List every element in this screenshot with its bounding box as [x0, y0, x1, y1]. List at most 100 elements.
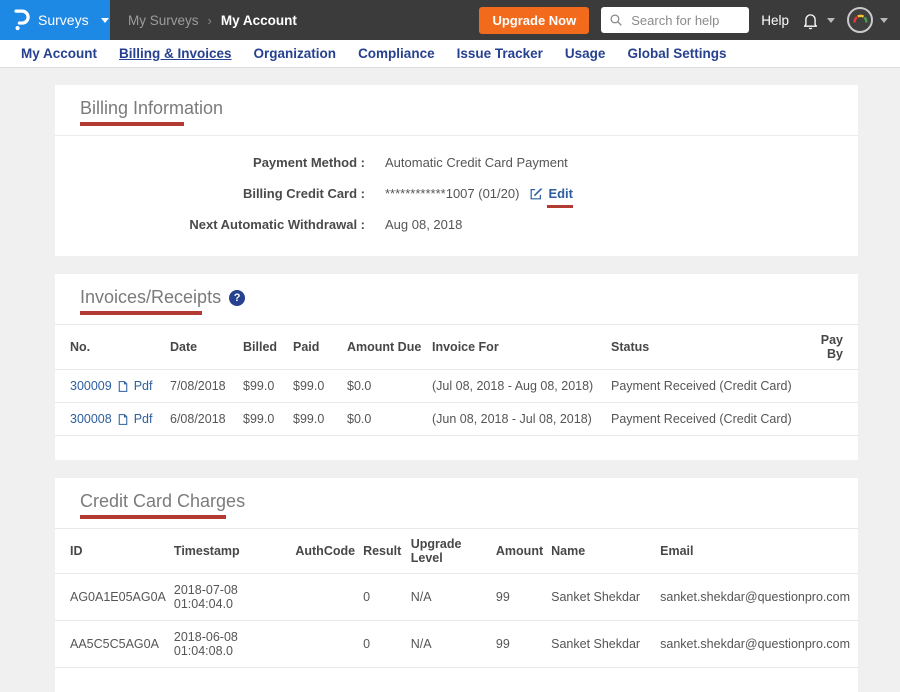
charge-name: Sanket Shekdar: [551, 574, 660, 621]
upgrade-now-button[interactable]: Upgrade Now: [479, 7, 589, 34]
credit-card-charges-panel: Credit Card Charges ID Timestamp AuthCod…: [55, 478, 858, 692]
charge-result: 0: [363, 621, 411, 668]
column-header: Billed: [243, 325, 293, 370]
invoice-amount-due: $0.0: [347, 403, 432, 436]
credit-card-charges-title: Credit Card Charges: [80, 491, 245, 512]
tab-global-settings[interactable]: Global Settings: [616, 46, 737, 61]
charge-email: sanket.shekdar@questionpro.com: [660, 574, 858, 621]
charge-upgrade-level: N/A: [411, 621, 496, 668]
invoices-receipts-title: Invoices/Receipts: [80, 287, 221, 308]
help-search[interactable]: [601, 7, 749, 33]
charge-email: sanket.shekdar@questionpro.com: [660, 621, 858, 668]
invoice-pdf-link[interactable]: Pdf: [134, 412, 153, 426]
billing-information-title: Billing Information: [80, 98, 223, 119]
payment-method-row: Payment Method : Automatic Credit Card P…: [55, 147, 858, 178]
table-header-row: ID Timestamp AuthCode Result Upgrade Lev…: [55, 529, 858, 574]
product-switcher[interactable]: Surveys: [0, 0, 110, 40]
invoice-pay-by: [806, 403, 858, 436]
notifications-button[interactable]: [801, 11, 835, 30]
billing-credit-card-row: Billing Credit Card : ************1007 (…: [55, 178, 858, 209]
column-header: Pay By: [806, 325, 858, 370]
charge-name: Sanket Shekdar: [551, 621, 660, 668]
tab-my-account[interactable]: My Account: [10, 46, 108, 61]
annotation-underline: [547, 205, 573, 208]
column-header: ID: [55, 529, 174, 574]
breadcrumb: My Surveys › My Account: [128, 13, 297, 28]
invoice-status: Payment Received (Credit Card): [611, 403, 806, 436]
search-input[interactable]: [629, 12, 741, 29]
chevron-down-icon: [101, 18, 109, 23]
field-label: Next Automatic Withdrawal :: [55, 217, 365, 232]
tab-compliance[interactable]: Compliance: [347, 46, 446, 61]
billing-information-panel: Billing Information Payment Method : Aut…: [55, 85, 858, 256]
charge-amount: 99: [496, 621, 551, 668]
breadcrumb-separator-icon: ›: [208, 13, 212, 28]
table-row: 300009 Pdf 7/08/2018 $99.0 $99.0 $0.0: [55, 370, 858, 403]
column-header: Status: [611, 325, 806, 370]
column-header: No.: [55, 325, 170, 370]
invoice-number-link[interactable]: 300009: [70, 379, 112, 393]
invoice-status: Payment Received (Credit Card): [611, 370, 806, 403]
pdf-file-icon: [117, 380, 129, 393]
invoice-pdf-link[interactable]: Pdf: [134, 379, 153, 393]
help-icon[interactable]: ?: [229, 290, 245, 306]
invoice-paid: $99.0: [293, 370, 347, 403]
chevron-down-icon: [880, 18, 888, 23]
edit-credit-card-link[interactable]: Edit: [548, 186, 573, 201]
charge-result: 0: [363, 574, 411, 621]
annotation-underline: [80, 122, 184, 126]
charge-id: AA5C5C5AG0A: [55, 621, 174, 668]
column-header: Paid: [293, 325, 347, 370]
account-nav: My Account Billing & Invoices Organizati…: [0, 40, 900, 68]
table-row: AA5C5C5AG0A 2018-06-08 01:04:08.0 0 N/A …: [55, 621, 858, 668]
field-label: Billing Credit Card :: [55, 186, 365, 201]
credit-card-masked-value: ************1007 (01/20): [385, 186, 519, 201]
column-header: AuthCode: [295, 529, 363, 574]
payment-method-value: Automatic Credit Card Payment: [385, 155, 568, 170]
invoice-for: (Jun 08, 2018 - Jul 08, 2018): [432, 403, 611, 436]
tab-issue-tracker[interactable]: Issue Tracker: [446, 46, 554, 61]
tab-organization[interactable]: Organization: [243, 46, 348, 61]
charge-timestamp: 2018-07-08 01:04:04.0: [174, 574, 295, 621]
invoice-amount-due: $0.0: [347, 370, 432, 403]
invoice-date: 6/08/2018: [170, 403, 243, 436]
table-row: AG0A1E05AG0A 2018-07-08 01:04:04.0 0 N/A…: [55, 574, 858, 621]
charge-authcode: [295, 574, 363, 621]
account-menu-button[interactable]: [847, 7, 888, 33]
column-header: Name: [551, 529, 660, 574]
breadcrumb-current: My Account: [221, 13, 297, 28]
help-link[interactable]: Help: [761, 13, 789, 28]
column-header: Date: [170, 325, 243, 370]
invoices-table: No. Date Billed Paid Amount Due Invoice …: [55, 324, 858, 436]
charges-table: ID Timestamp AuthCode Result Upgrade Lev…: [55, 528, 858, 668]
column-header: Email: [660, 529, 858, 574]
invoice-paid: $99.0: [293, 403, 347, 436]
invoices-receipts-panel: Invoices/Receipts ? No. Date Billed Paid…: [55, 274, 858, 460]
column-header: Upgrade Level: [411, 529, 496, 574]
charge-timestamp: 2018-06-08 01:04:08.0: [174, 621, 295, 668]
invoice-billed: $99.0: [243, 403, 293, 436]
column-header: Result: [363, 529, 411, 574]
invoice-number-link[interactable]: 300008: [70, 412, 112, 426]
product-name: Surveys: [38, 12, 89, 28]
tab-usage[interactable]: Usage: [554, 46, 617, 61]
invoice-billed: $99.0: [243, 370, 293, 403]
edit-icon: [529, 187, 543, 201]
chevron-down-icon: [827, 18, 835, 23]
charge-authcode: [295, 621, 363, 668]
pdf-file-icon: [117, 413, 129, 426]
tab-billing-invoices[interactable]: Billing & Invoices: [108, 46, 243, 61]
topbar-actions: Upgrade Now Help: [479, 7, 900, 34]
page-content: Billing Information Payment Method : Aut…: [0, 68, 900, 692]
search-icon: [609, 13, 623, 27]
table-header-row: No. Date Billed Paid Amount Due Invoice …: [55, 325, 858, 370]
top-bar: Surveys My Surveys › My Account Upgrade …: [0, 0, 900, 40]
charge-amount: 99: [496, 574, 551, 621]
avatar: [847, 7, 873, 33]
breadcrumb-parent[interactable]: My Surveys: [128, 13, 199, 28]
column-header: Timestamp: [174, 529, 295, 574]
charge-id: AG0A1E05AG0A: [55, 574, 174, 621]
bell-icon: [801, 11, 820, 30]
questionpro-logo-icon: [12, 9, 30, 31]
annotation-underline: [80, 515, 226, 519]
